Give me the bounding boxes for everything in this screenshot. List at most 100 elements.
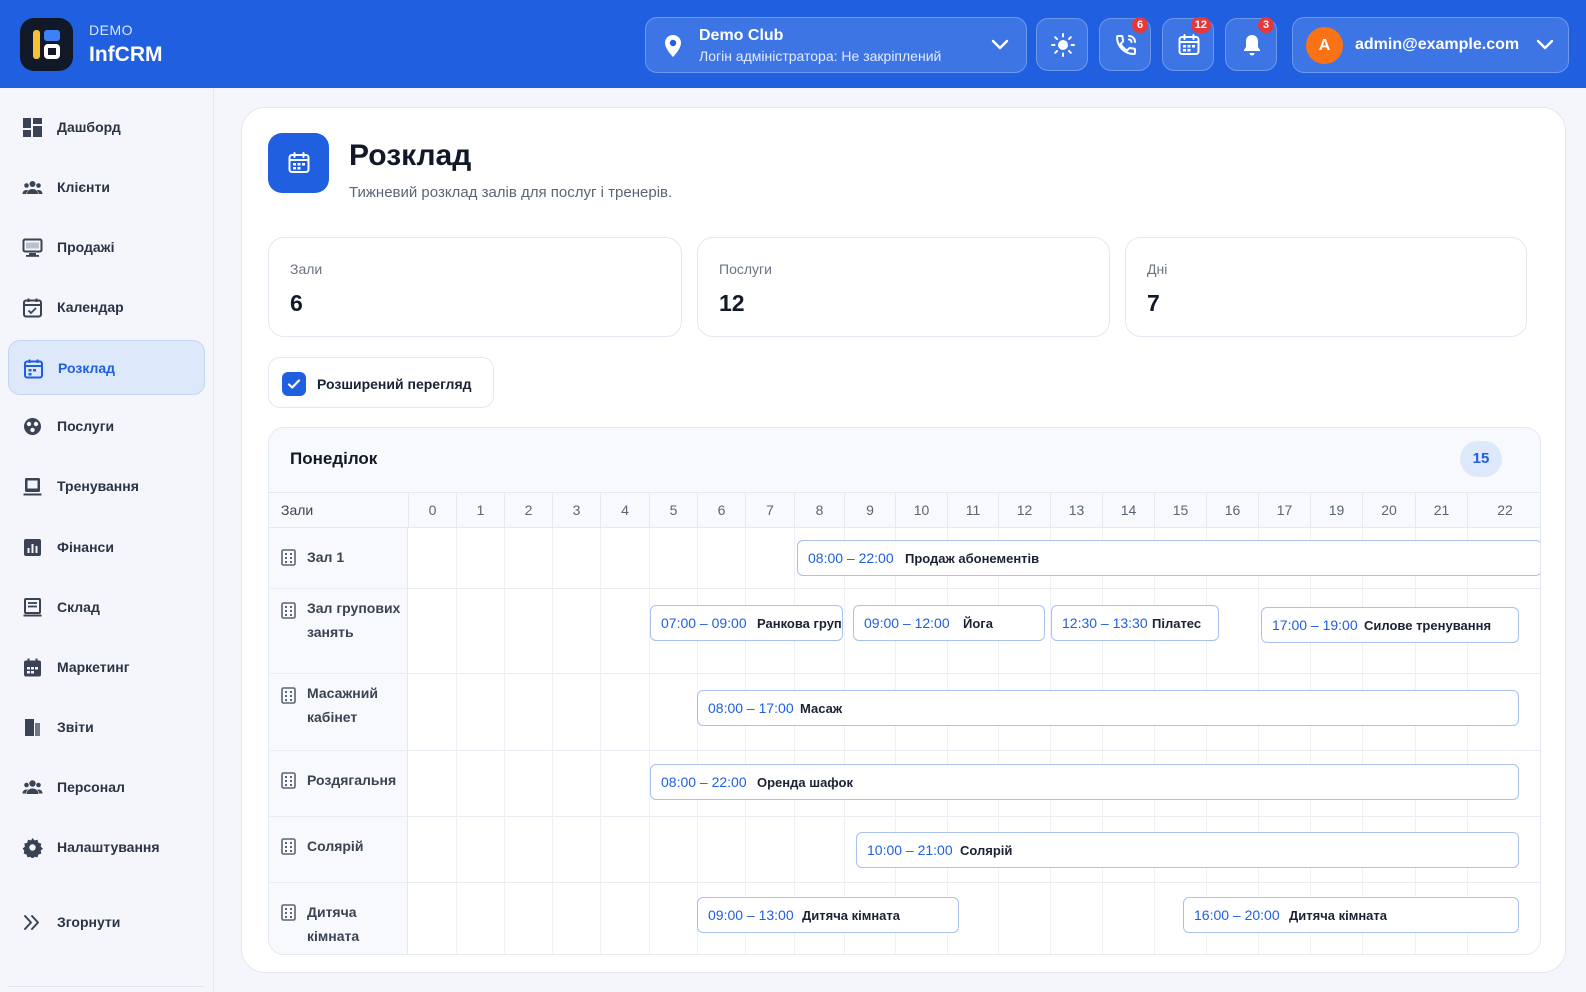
avatar: A: [1306, 27, 1343, 64]
club-selector[interactable]: Demo Club Логін адміністратора: Не закрі…: [645, 17, 1027, 73]
finance-icon: [24, 539, 41, 556]
hour-column-header: 0: [408, 493, 456, 528]
sidebar-item-staff[interactable]: Персонал: [8, 760, 205, 815]
page-icon: [268, 133, 329, 193]
stat-card-services: Послуги 12: [697, 237, 1110, 337]
sidebar-item-label: Тренування: [57, 478, 139, 494]
extended-view-checkbox[interactable]: [282, 372, 306, 396]
schedule-event[interactable]: 08:00 – 17:00 Масаж: [697, 690, 1519, 726]
hall-label-cell: Зал 1: [269, 528, 408, 588]
sidebar-item-label: Склад: [57, 599, 100, 615]
top-bar: DEMO InfCRM Demo Club Логін адміністрато…: [0, 0, 1586, 88]
user-menu[interactable]: A admin@example.com: [1292, 17, 1569, 73]
sidebar-item-calendar[interactable]: Календар: [8, 280, 205, 335]
notifications-button[interactable]: 3: [1225, 17, 1277, 71]
sidebar-item-services[interactable]: Послуги: [8, 399, 205, 454]
notifications-badge: 3: [1258, 17, 1274, 33]
sidebar-item-label: Послуги: [57, 418, 115, 434]
sidebar-item-training[interactable]: Тренування: [8, 459, 205, 514]
schedule-event[interactable]: 08:00 – 22:00 Оренда шафок: [650, 764, 1519, 800]
sidebar-item-sales[interactable]: Продажі: [8, 220, 205, 275]
event-time: 07:00 – 09:00: [661, 615, 747, 631]
sidebar-item-reports[interactable]: Звіти: [8, 700, 205, 755]
hour-column-header: 14: [1102, 493, 1154, 528]
hall-name: Масажний кабінет: [307, 685, 378, 725]
page-subtitle: Тижневий розклад залів для послуг і трен…: [349, 184, 673, 201]
sales-icon: [22, 238, 43, 257]
sidebar-item-finance[interactable]: Фінанси: [8, 520, 205, 575]
hour-column-header: 21: [1415, 493, 1467, 528]
schedule-event[interactable]: 16:00 – 20:00 Дитяча кімната: [1183, 897, 1519, 933]
sidebar-item-clients[interactable]: Клієнти: [8, 160, 205, 215]
calendar-button[interactable]: 12: [1162, 17, 1214, 71]
building-icon: [281, 687, 296, 704]
hour-column-header: 19: [1310, 493, 1362, 528]
hour-column-header: 6: [697, 493, 745, 528]
stat-label: Послуги: [719, 261, 772, 277]
marketing-icon: [24, 658, 41, 677]
sidebar-item-label: Клієнти: [57, 179, 110, 195]
hall-row: Роздягальня 08:00 – 22:00 Оренда шафок: [269, 751, 1540, 817]
hour-column-header: 2: [504, 493, 552, 528]
event-name: Ранкова груп: [757, 616, 842, 631]
services-icon: [24, 418, 41, 435]
stat-label: Зали: [290, 261, 323, 277]
hall-name: Роздягальня: [307, 772, 397, 788]
hour-column-header: 11: [947, 493, 998, 528]
schedule-event[interactable]: 08:00 – 22:00 Продаж абонементів: [797, 540, 1540, 576]
stat-value: 7: [1147, 290, 1160, 316]
schedule-event[interactable]: 10:00 – 21:00 Солярій: [856, 832, 1519, 868]
reports-icon: [25, 719, 40, 736]
schedule-event[interactable]: 07:00 – 09:00 Ранкова груп: [650, 605, 843, 641]
hall-row: Зал 1 08:00 – 22:00 Продаж абонементів: [269, 528, 1540, 589]
schedule-event[interactable]: 17:00 – 19:00 Силове тренування: [1261, 607, 1519, 643]
hour-column-header: 13: [1050, 493, 1102, 528]
sidebar-item-label: Звіти: [57, 719, 94, 735]
collapse-sidebar-button[interactable]: Згорнути: [8, 895, 205, 950]
hour-column-header: 9: [844, 493, 895, 528]
hour-column-header: 8: [794, 493, 844, 528]
hour-column-header: 20: [1362, 493, 1415, 528]
hall-row: Дитяча кімната 09:00 – 13:00 Дитяча кімнат…: [269, 883, 1540, 954]
halls-column-header: Зали: [281, 502, 314, 518]
building-icon: [281, 772, 296, 789]
extended-view-toggle[interactable]: Розширений перегляд: [268, 357, 494, 408]
sidebar-item-label: Налаштування: [57, 839, 160, 855]
event-name: Масаж: [800, 701, 843, 716]
calendar-check-icon: [23, 298, 42, 318]
sidebar-item-marketing[interactable]: Маркетинг: [8, 640, 205, 695]
event-name: Оренда шафок: [757, 775, 853, 790]
day-title: Понеділок: [290, 449, 378, 468]
brand-name: InfCRM: [89, 43, 163, 66]
sidebar-item-dashboard[interactable]: Дашборд: [8, 100, 205, 155]
sidebar-item-settings[interactable]: Налаштування: [8, 820, 205, 875]
event-time: 17:00 – 19:00: [1272, 617, 1358, 633]
collapse-label: Згорнути: [57, 914, 121, 930]
sidebar: Дашборд Клієнти Продажі Календар Розклад…: [0, 88, 214, 992]
schedule-icon: [24, 359, 43, 379]
brand-tag: DEMO: [89, 22, 133, 38]
hour-column-header: 22: [1467, 493, 1540, 528]
club-admin-login: Логін адміністратора: Не закріплений: [699, 48, 942, 64]
calls-button[interactable]: 6: [1099, 17, 1151, 71]
sun-icon: [1051, 33, 1075, 57]
event-time: 08:00 – 17:00: [708, 700, 794, 716]
hall-row: Масажний кабінет 08:00 – 17:00 Масаж: [269, 674, 1540, 751]
sidebar-item-label: Фінанси: [57, 539, 114, 555]
building-icon: [281, 838, 296, 855]
stat-value: 12: [719, 290, 745, 316]
app-logo[interactable]: [20, 18, 73, 71]
sidebar-item-warehouse[interactable]: Склад: [8, 580, 205, 635]
event-time: 08:00 – 22:00: [661, 774, 747, 790]
sidebar-item-schedule[interactable]: Розклад: [8, 340, 205, 395]
sidebar-item-label: Продажі: [57, 239, 115, 255]
schedule-event[interactable]: 09:00 – 12:00 Йога: [853, 605, 1045, 641]
event-time: 12:30 – 13:30: [1062, 615, 1148, 631]
hour-column-header: 17: [1258, 493, 1310, 528]
stat-label: Дні: [1147, 261, 1168, 277]
schedule-event[interactable]: 09:00 – 13:00 Дитяча кімната: [697, 897, 959, 933]
gear-icon: [22, 838, 43, 858]
hour-column-header: 16: [1206, 493, 1258, 528]
theme-toggle-button[interactable]: [1036, 18, 1088, 71]
schedule-event[interactable]: 12:30 – 13:30 Пілатес: [1051, 605, 1219, 641]
